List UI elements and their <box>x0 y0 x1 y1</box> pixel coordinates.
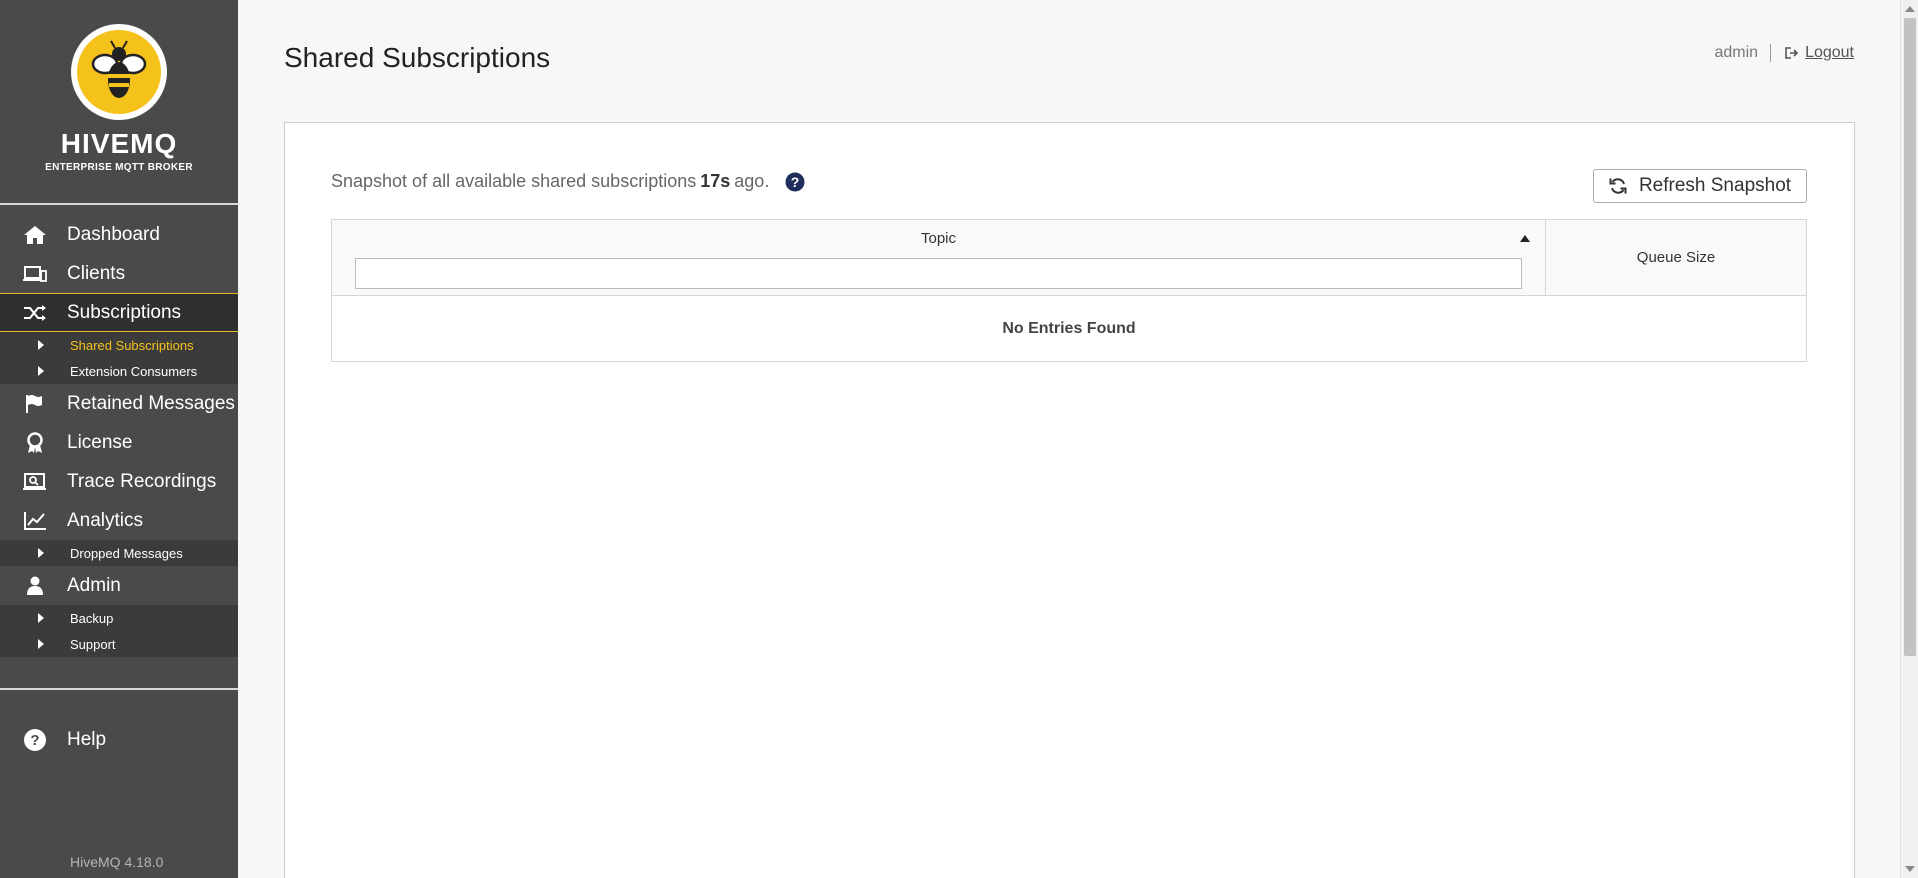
empty-message: No Entries Found <box>1002 319 1136 337</box>
svg-text:?: ? <box>30 732 39 749</box>
sidebar-item-clients[interactable]: Clients <box>0 254 238 293</box>
sidebar-item-label: Subscriptions <box>67 301 182 323</box>
scroll-thumb[interactable] <box>1904 18 1916 656</box>
caret-right-icon <box>38 366 44 376</box>
subscriptions-submenu: Shared Subscriptions Extension Consumers <box>0 332 238 384</box>
sidebar-subitem-label: Backup <box>70 610 114 626</box>
sidebar-subitem-label: Dropped Messages <box>70 545 183 561</box>
sidebar-subitem-label: Shared Subscriptions <box>70 337 194 353</box>
sidebar-item-dashboard[interactable]: Dashboard <box>0 215 238 254</box>
sidebar-item-label: Admin <box>67 574 121 596</box>
table-empty-row: No Entries Found <box>332 296 1806 361</box>
sidebar-item-label: Dashboard <box>67 223 160 245</box>
award-icon <box>22 431 48 454</box>
brand-logo[interactable]: HIVEMQ ENTERPRISE MQTT BROKER <box>0 0 238 205</box>
sort-ascending-icon[interactable] <box>1520 235 1530 242</box>
admin-submenu: Backup Support <box>0 605 238 657</box>
question-circle-icon[interactable]: ? <box>785 172 805 192</box>
hivemq-bee-logo-icon <box>71 24 167 120</box>
user-icon <box>22 575 48 597</box>
trace-icon <box>22 471 48 493</box>
page-title: Shared Subscriptions <box>284 42 551 73</box>
sidebar-item-label: Clients <box>67 262 126 284</box>
sidebar-item-label: Retained Messages <box>67 392 235 414</box>
brand-name: HIVEMQ <box>60 128 178 159</box>
column-label-queue-size: Queue Size <box>1636 249 1716 266</box>
caret-right-icon <box>38 613 44 623</box>
clients-icon <box>22 263 48 285</box>
svg-text:?: ? <box>791 174 800 190</box>
brand-tagline: ENTERPRISE MQTT BROKER <box>45 162 193 173</box>
sidebar-subitem-dropped-messages[interactable]: Dropped Messages <box>0 540 238 566</box>
snapshot-info: Snapshot of all available shared subscri… <box>331 171 805 192</box>
caret-right-icon <box>38 340 44 350</box>
sidebar-item-subscriptions[interactable]: Subscriptions <box>0 293 238 332</box>
logout-icon <box>1785 47 1799 59</box>
topic-filter-input[interactable] <box>355 258 1522 289</box>
sidebar-nav: Dashboard Clients Subscriptions Shared S… <box>0 205 238 657</box>
current-user: admin <box>1714 44 1772 62</box>
table-header: Topic Queue Size <box>332 220 1806 296</box>
sidebar-item-trace-recordings[interactable]: Trace Recordings <box>0 462 238 501</box>
sidebar-subitem-label: Extension Consumers <box>70 363 198 379</box>
sidebar-subitem-support[interactable]: Support <box>0 631 238 657</box>
scroll-down-arrow-icon[interactable] <box>1905 866 1915 872</box>
sidebar-item-help[interactable]: ? Help <box>0 720 238 759</box>
sidebar-item-label: License <box>67 431 133 453</box>
sidebar-item-analytics[interactable]: Analytics <box>0 501 238 540</box>
refresh-icon <box>1609 178 1627 194</box>
main-panel: Snapshot of all available shared subscri… <box>284 122 1855 878</box>
page-scrollbar[interactable] <box>1900 0 1918 878</box>
sidebar-item-label: Analytics <box>67 509 144 531</box>
version-label: HiveMQ 4.18.0 <box>70 854 164 870</box>
scroll-up-arrow-icon[interactable] <box>1905 6 1915 12</box>
flag-icon <box>22 393 48 415</box>
shared-subscriptions-table: Topic Queue Size No Entries Found <box>331 219 1807 362</box>
refresh-snapshot-button[interactable]: Refresh Snapshot <box>1593 169 1807 203</box>
help-section: ? Help <box>0 720 238 759</box>
sidebar-subitem-backup[interactable]: Backup <box>0 605 238 631</box>
shuffle-icon <box>22 302 48 324</box>
sidebar-divider <box>0 688 238 690</box>
column-header-topic[interactable]: Topic <box>332 220 1546 295</box>
logout-label: Logout <box>1805 44 1854 61</box>
caret-right-icon <box>38 639 44 649</box>
caret-right-icon <box>38 548 44 558</box>
sidebar-item-label: Help <box>67 728 107 750</box>
sidebar-subitem-label: Support <box>70 636 116 652</box>
snapshot-suffix: ago. <box>734 171 770 191</box>
sidebar: HIVEMQ ENTERPRISE MQTT BROKER Dashboard … <box>0 0 238 878</box>
chart-icon <box>22 510 48 532</box>
sidebar-item-label: Trace Recordings <box>67 470 217 492</box>
sidebar-item-admin[interactable]: Admin <box>0 566 238 605</box>
refresh-label: Refresh Snapshot <box>1638 175 1792 196</box>
snapshot-age: 17s <box>700 171 731 191</box>
logout-link[interactable]: Logout <box>1785 44 1854 62</box>
column-label-topic: Topic <box>920 230 957 247</box>
user-bar: admin Logout <box>1714 44 1854 62</box>
help-circle-icon: ? <box>22 728 48 751</box>
sidebar-item-license[interactable]: License <box>0 423 238 462</box>
sidebar-subitem-shared-subscriptions[interactable]: Shared Subscriptions <box>0 332 238 358</box>
analytics-submenu: Dropped Messages <box>0 540 238 566</box>
snapshot-prefix: Snapshot of all available shared subscri… <box>331 171 697 191</box>
column-header-queue-size[interactable]: Queue Size <box>1546 220 1806 295</box>
home-icon <box>22 224 48 246</box>
sidebar-item-retained-messages[interactable]: Retained Messages <box>0 384 238 423</box>
sidebar-subitem-extension-consumers[interactable]: Extension Consumers <box>0 358 238 384</box>
